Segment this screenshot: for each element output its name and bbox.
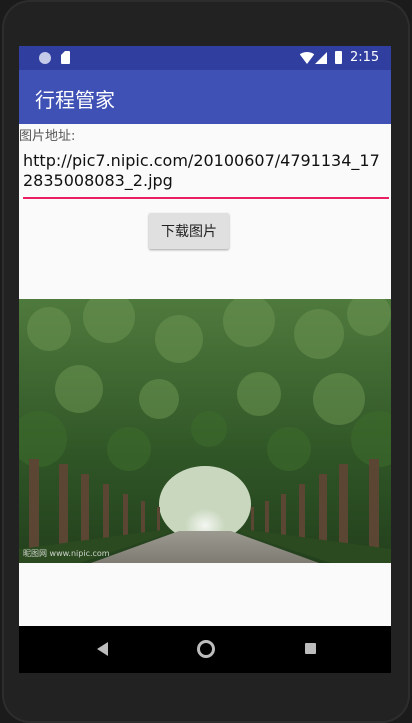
home-icon[interactable] (197, 640, 215, 658)
navigation-bar (19, 626, 391, 673)
tree-tunnel-photo (19, 299, 391, 563)
status-bar: 2:15 (19, 46, 391, 70)
url-input[interactable]: http://pic7.nipic.com/20100607/4791134_1… (23, 151, 389, 197)
image-watermark: 昵图网 www.nipic.com (23, 549, 110, 558)
app-title: 行程管家 (35, 88, 115, 112)
app-bar: 行程管家 (19, 70, 391, 124)
phone-frame: 2:15 行程管家 图片地址: http://pic7.nipic.com/20… (0, 0, 412, 723)
battery-icon (335, 51, 342, 64)
back-icon[interactable] (97, 642, 108, 656)
url-input-underline (23, 197, 389, 199)
sd-card-icon (61, 51, 70, 64)
status-time: 2:15 (350, 50, 380, 65)
download-image-button[interactable]: 下载图片 (149, 213, 229, 249)
downloaded-image: 昵图网 www.nipic.com (19, 299, 391, 563)
wifi-icon (298, 52, 316, 64)
url-label: 图片地址: (19, 129, 76, 144)
recents-icon[interactable] (305, 643, 316, 654)
screen: 2:15 行程管家 图片地址: http://pic7.nipic.com/20… (19, 46, 391, 673)
notification-dot-icon (39, 52, 51, 64)
signal-icon (315, 52, 327, 64)
